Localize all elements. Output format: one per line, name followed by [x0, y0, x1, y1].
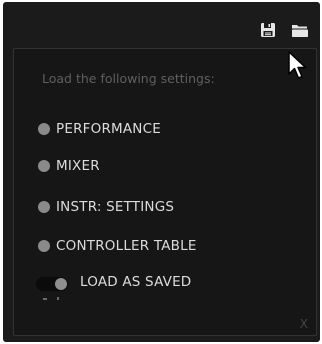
load-settings-heading: Load the following settings: — [42, 71, 215, 86]
option-mixer[interactable]: MIXER — [38, 156, 100, 176]
toggle-position-markers — [43, 296, 67, 302]
radio-dot-icon — [38, 123, 50, 135]
panel-toolbar — [3, 2, 320, 42]
close-button[interactable]: X — [300, 317, 308, 331]
load-as-saved-toggle[interactable] — [36, 277, 68, 291]
option-performance-label: PERFORMANCE — [56, 121, 161, 137]
folder-open-icon[interactable] — [289, 20, 311, 40]
load-as-saved-row: LOAD AS SAVED — [32, 273, 272, 303]
radio-dot-icon — [38, 201, 50, 213]
option-controller-table[interactable]: CONTROLLER TABLE — [38, 236, 197, 256]
option-controller-table-label: CONTROLLER TABLE — [56, 238, 197, 254]
radio-dot-icon — [38, 160, 50, 172]
window: Load the following settings: PERFORMANCE… — [0, 0, 322, 344]
load-settings-box: Load the following settings: PERFORMANCE… — [13, 48, 317, 336]
save-icon[interactable] — [257, 20, 279, 40]
option-instr-settings[interactable]: INSTR: SETTINGS — [38, 197, 174, 217]
load-as-saved-label: LOAD AS SAVED — [80, 274, 192, 290]
option-performance[interactable]: PERFORMANCE — [38, 119, 161, 139]
toggle-off-marker — [43, 298, 47, 300]
toggle-knob — [55, 278, 67, 290]
option-instr-settings-label: INSTR: SETTINGS — [56, 199, 175, 215]
toggle-on-marker — [57, 297, 59, 300]
load-settings-panel: Load the following settings: PERFORMANCE… — [3, 2, 320, 342]
radio-dot-icon — [38, 240, 50, 252]
option-mixer-label: MIXER — [56, 158, 100, 174]
